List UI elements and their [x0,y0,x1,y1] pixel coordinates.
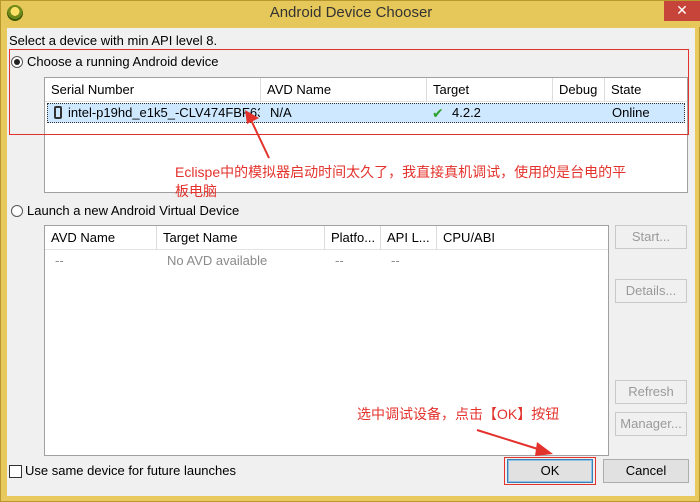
device-chooser-window: Android Device Chooser ✕ Select a device… [0,0,700,502]
annotation-arrow-icon [476,429,553,456]
ok-button[interactable]: OK [507,459,593,483]
same-device-label: Use same device for future launches [25,463,236,478]
manager-button[interactable]: Manager... [615,412,687,436]
avd-row-cpu [443,252,603,270]
details-button[interactable]: Details... [615,279,687,303]
table-row: -- No AVD available -- -- [47,252,607,272]
annotation-note-cont: 板电脑 [175,183,217,199]
col-target-name[interactable]: Target Name [157,226,325,250]
annotation-arrow-icon [245,110,270,159]
annotation-note-ok: 选中调试设备，点击【OK】按钮 [357,406,560,422]
avd-row-name: -- [55,253,64,268]
dialog-body: Select a device with min API level 8. Ch… [7,28,695,496]
window-title: Android Device Chooser [269,4,433,21]
col-cpu-abi[interactable]: CPU/ABI [437,226,610,250]
launch-avd-label: Launch a new Android Virtual Device [27,203,240,218]
title-bar[interactable]: Android Device Chooser ✕ [1,1,700,27]
same-device-checkbox[interactable] [9,465,22,478]
launch-avd-radio[interactable] [11,205,23,217]
prompt-text: Select a device with min API level 8. [9,33,218,48]
avd-table-header: AVD Name Target Name Platfo... API L... … [45,226,608,250]
col-avd-name[interactable]: AVD Name [45,226,157,250]
cancel-button[interactable]: Cancel [603,459,689,483]
start-button[interactable]: Start... [615,225,687,249]
annotation-note: Eclispe中的模拟器启动时间太久了，我直接真机调试，使用的是台电的平 [175,164,627,180]
col-platform[interactable]: Platfo... [325,226,381,250]
close-button[interactable]: ✕ [664,1,700,21]
avd-row-platform: -- [335,253,344,268]
col-api-level[interactable]: API L... [381,226,437,250]
refresh-button[interactable]: Refresh [615,380,687,404]
avd-row-target: No AVD available [167,253,268,268]
avd-row-api: -- [391,253,400,268]
annotation-highlight-box [9,49,689,135]
